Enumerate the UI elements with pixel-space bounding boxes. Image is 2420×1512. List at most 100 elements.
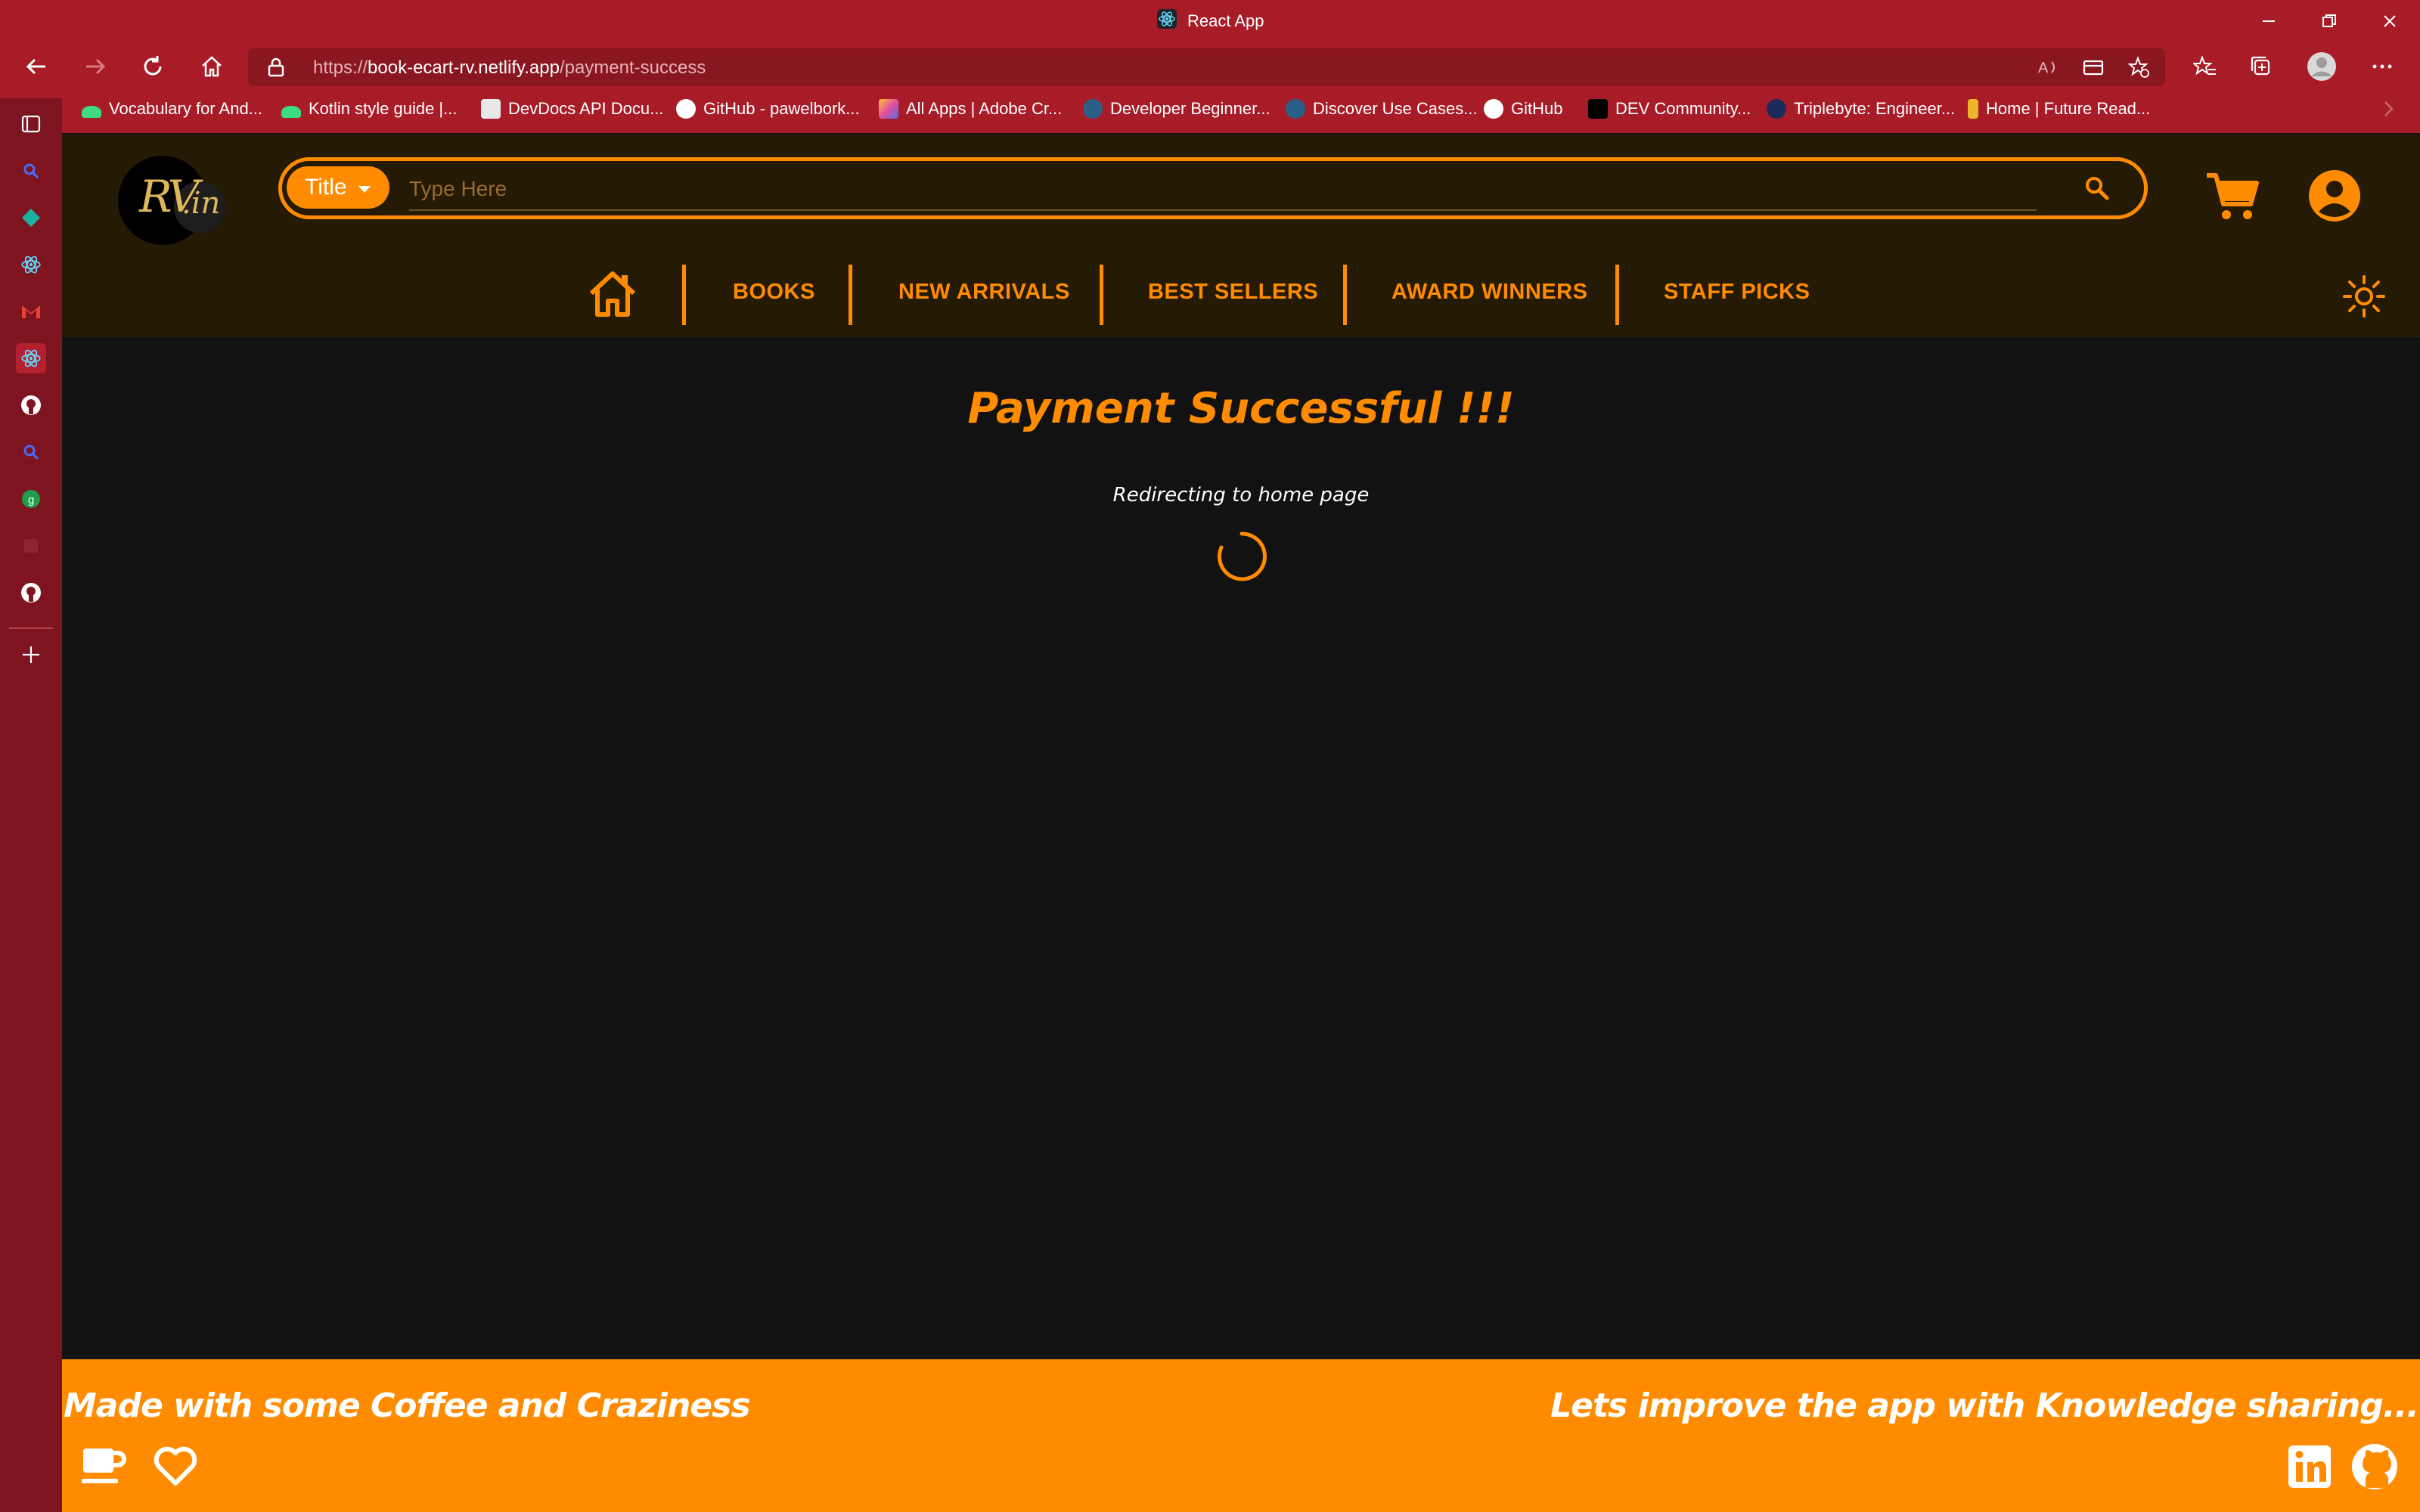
home-icon[interactable]	[585, 266, 640, 321]
future-icon	[1968, 99, 1978, 119]
bookmarks-bar: Vocabulary for And... Kotlin style guide…	[0, 89, 2420, 133]
triangle-icon	[1286, 99, 1305, 119]
address-bar[interactable]: https://book-ecart-rv.netlify.app/paymen…	[248, 48, 2165, 86]
forward-button[interactable]	[80, 51, 110, 82]
minimize-button[interactable]	[2254, 6, 2284, 36]
app-header: RV .in Title BOOKS NEW ARRI	[62, 135, 2420, 337]
devdocs-icon	[481, 99, 501, 119]
cart-icon[interactable]	[2202, 165, 2263, 225]
menu-divider	[1615, 265, 1619, 325]
coffee-icon[interactable]	[79, 1442, 127, 1491]
green-circle-icon[interactable]: g	[16, 484, 46, 514]
tabs-icon[interactable]	[16, 109, 46, 139]
restore-button[interactable]	[2314, 6, 2344, 36]
account-icon[interactable]	[2308, 169, 2361, 222]
bookmark-item[interactable]: DevDocs API Docu...	[481, 99, 663, 119]
github-icon[interactable]	[2350, 1442, 2399, 1491]
menu-item-books[interactable]: BOOKS	[733, 280, 815, 305]
footer-left-text: Made with some Coffee and Craziness	[64, 1387, 751, 1425]
collections-icon[interactable]	[2246, 51, 2276, 82]
bookmark-item[interactable]: GitHub - pawelbork...	[676, 99, 860, 119]
search-icon[interactable]	[16, 156, 46, 186]
sun-icon[interactable]	[2341, 274, 2387, 319]
bookmark-item[interactable]: Developer Beginner...	[1083, 99, 1270, 119]
bookmark-item[interactable]: Kotlin style guide |...	[281, 99, 458, 119]
svg-text:A: A	[2038, 60, 2049, 76]
url-scheme: https://	[313, 57, 368, 78]
android-icon	[82, 106, 101, 118]
bookmark-item[interactable]: GitHub	[1484, 99, 1562, 119]
lock-icon[interactable]	[268, 57, 284, 82]
browser-sidebar: g	[0, 98, 62, 1512]
refresh-button[interactable]	[138, 51, 168, 82]
caret-down-icon	[358, 175, 371, 200]
react-icon[interactable]	[16, 249, 46, 280]
window-titlebar: React App	[0, 0, 2420, 44]
browser-toolbar: https://book-ecart-rv.netlify.app/paymen…	[0, 44, 2420, 89]
tab-title: React App	[1187, 11, 1264, 30]
site-logo[interactable]: RV .in	[118, 156, 230, 246]
bookmark-item[interactable]: Triplebyte: Engineer...	[1767, 99, 1955, 119]
profile-avatar-icon[interactable]	[2307, 51, 2337, 82]
loading-spinner-icon	[1215, 529, 1269, 584]
address-bar-actions: A	[2037, 56, 2150, 84]
react-app-icon[interactable]	[16, 343, 46, 373]
payment-success-title: Payment Successful !!!	[967, 384, 1515, 433]
url-text[interactable]: https://book-ecart-rv.netlify.app/paymen…	[313, 57, 706, 79]
search-icon[interactable]	[2082, 173, 2112, 203]
screen: React App https://book-ecart-rv.netlify.…	[0, 0, 2420, 1512]
menu-item-award-winners[interactable]: AWARD WINNERS	[1392, 280, 1587, 305]
react-icon	[1157, 9, 1177, 33]
add-favorite-icon[interactable]	[2127, 56, 2150, 84]
menu-divider	[849, 265, 852, 325]
gmail-icon[interactable]	[16, 296, 46, 327]
bookmark-item[interactable]: Home | Future Read...	[1968, 99, 2150, 119]
adobe-icon	[879, 99, 898, 119]
window-title: React App	[1157, 9, 1264, 33]
bookmarks-overflow-icon[interactable]	[2381, 99, 2396, 119]
main-menu: BOOKS NEW ARRIVALS BEST SELLERS AWARD WI…	[62, 263, 2420, 325]
url-host: book-ecart-rv.netlify.app	[368, 57, 560, 78]
svg-text:g: g	[28, 494, 34, 507]
menu-divider	[682, 265, 686, 325]
add-icon[interactable]	[16, 640, 46, 670]
triplebyte-icon	[1767, 99, 1786, 119]
bookmark-item[interactable]: All Apps | Adobe Cr...	[879, 99, 1062, 119]
bookmark-item[interactable]: DEV Community...	[1588, 99, 1751, 119]
triangle-icon	[1083, 99, 1103, 119]
search-icon[interactable]	[16, 437, 46, 467]
logo-suffix-text: .in	[182, 186, 221, 221]
github-icon	[676, 99, 696, 119]
menu-item-staff-picks[interactable]: STAFF PICKS	[1664, 280, 1810, 305]
github-icon[interactable]	[16, 390, 46, 420]
diamond-icon[interactable]	[16, 203, 46, 233]
back-button[interactable]	[21, 51, 51, 82]
github-icon	[1484, 99, 1503, 119]
home-button[interactable]	[197, 51, 227, 82]
url-path: /payment-success	[559, 57, 706, 78]
android-icon	[281, 106, 301, 118]
github-icon[interactable]	[16, 578, 46, 608]
menu-item-best-sellers[interactable]: BEST SELLERS	[1148, 280, 1318, 305]
wallet-icon[interactable]	[2082, 56, 2105, 84]
search-filter-dropdown[interactable]: Title	[287, 166, 389, 209]
dev-icon	[1588, 99, 1608, 119]
linkedin-icon[interactable]	[2285, 1442, 2334, 1491]
bookmark-item[interactable]: Vocabulary for And...	[82, 99, 262, 119]
more-options-icon[interactable]	[2367, 51, 2397, 82]
menu-item-new-arrivals[interactable]: NEW ARRIVALS	[898, 280, 1070, 305]
menu-divider	[1343, 265, 1347, 325]
heart-icon[interactable]	[151, 1442, 200, 1491]
footer-right-text: Lets improve the app with Knowledge shar…	[1550, 1387, 2419, 1425]
blank-app-icon[interactable]	[16, 531, 46, 561]
sidebar-divider	[9, 627, 53, 629]
close-window-button[interactable]	[2375, 6, 2405, 36]
menu-divider	[1100, 265, 1103, 325]
search-bar: Title	[278, 157, 2148, 219]
read-aloud-icon[interactable]: A	[2037, 56, 2059, 84]
site-footer: Made with some Coffee and Craziness Lets…	[62, 1359, 2420, 1512]
bookmark-item[interactable]: Discover Use Cases...	[1286, 99, 1478, 119]
favorites-icon[interactable]	[2190, 51, 2220, 82]
redirect-message: Redirecting to home page	[1112, 484, 1370, 507]
search-input[interactable]	[409, 169, 2037, 211]
